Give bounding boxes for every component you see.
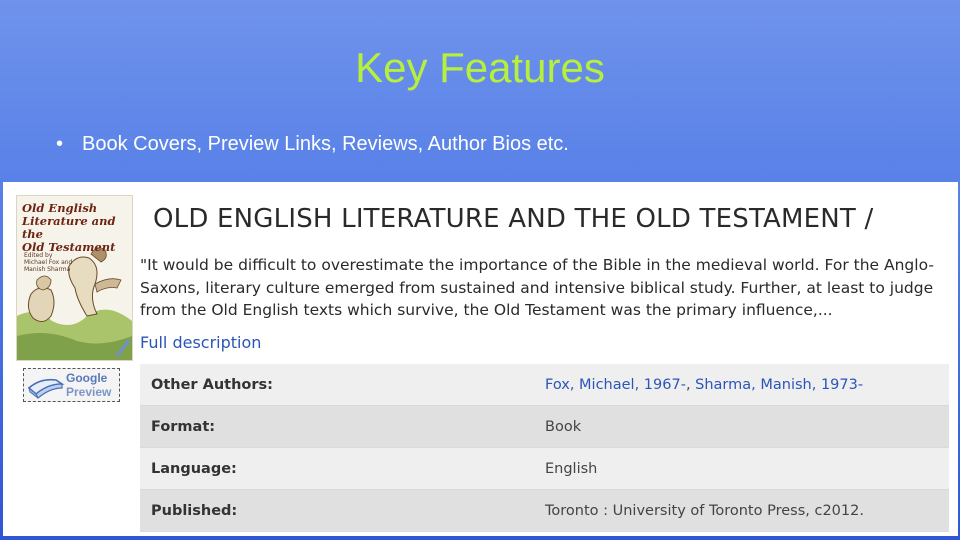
details-table: Other Authors: Fox, Michael, 1967-, Shar… bbox=[140, 364, 949, 532]
preview-label-preview: Preview bbox=[66, 385, 112, 399]
book-icon bbox=[27, 378, 65, 399]
full-description-link[interactable]: Full description bbox=[140, 333, 261, 352]
author-link[interactable]: Sharma, Manish, 1973- bbox=[695, 377, 863, 393]
book-cover[interactable]: Old English Literature and the Old Testa… bbox=[16, 195, 133, 361]
bullet-text: Book Covers, Preview Links, Reviews, Aut… bbox=[82, 133, 569, 155]
cover-editors-line: Edited by bbox=[24, 252, 53, 259]
cover-title: Old English Literature and the Old Testa… bbox=[22, 202, 130, 254]
format-label: Format: bbox=[151, 418, 216, 435]
other-authors-label: Other Authors: bbox=[151, 376, 273, 393]
table-row: Format: Book bbox=[140, 406, 949, 448]
slide-title: Key Features bbox=[355, 44, 605, 91]
cover-editors-line: Manish Sharma bbox=[24, 266, 71, 273]
google-preview-button[interactable]: Google Preview bbox=[23, 368, 120, 402]
table-row: Language: English bbox=[140, 448, 949, 490]
bullet-dot: • bbox=[56, 133, 64, 155]
author-separator: , bbox=[685, 376, 691, 393]
published-value: Toronto : University of Toronto Press, c… bbox=[545, 502, 864, 519]
preview-label-google: Google bbox=[66, 371, 108, 385]
table-row: Published: Toronto : University of Toron… bbox=[140, 490, 949, 532]
published-label: Published: bbox=[151, 502, 238, 519]
language-label: Language: bbox=[151, 460, 237, 477]
language-value: English bbox=[545, 460, 598, 477]
table-row: Other Authors: Fox, Michael, 1967-, Shar… bbox=[140, 364, 949, 406]
book-summary: "It would be difficult to overestimate t… bbox=[140, 256, 934, 319]
cover-editors-line: Michael Fox and bbox=[24, 259, 73, 266]
bullet-item: • Book Covers, Preview Links, Reviews, Au… bbox=[56, 133, 569, 156]
author-link[interactable]: Fox, Michael, 1967- bbox=[545, 377, 686, 393]
catalog-record-screenshot: Old English Literature and the Old Testa… bbox=[3, 182, 958, 536]
cover-title-line: Literature and the bbox=[22, 214, 116, 241]
format-value: Book bbox=[545, 418, 582, 435]
other-authors-value: Fox, Michael, 1967-, Sharma, Manish, 197… bbox=[545, 377, 863, 393]
cover-editors: Edited by Michael Fox and Manish Sharma bbox=[24, 252, 84, 273]
book-title: OLD ENGLISH LITERATURE AND THE OLD TESTA… bbox=[153, 204, 874, 234]
